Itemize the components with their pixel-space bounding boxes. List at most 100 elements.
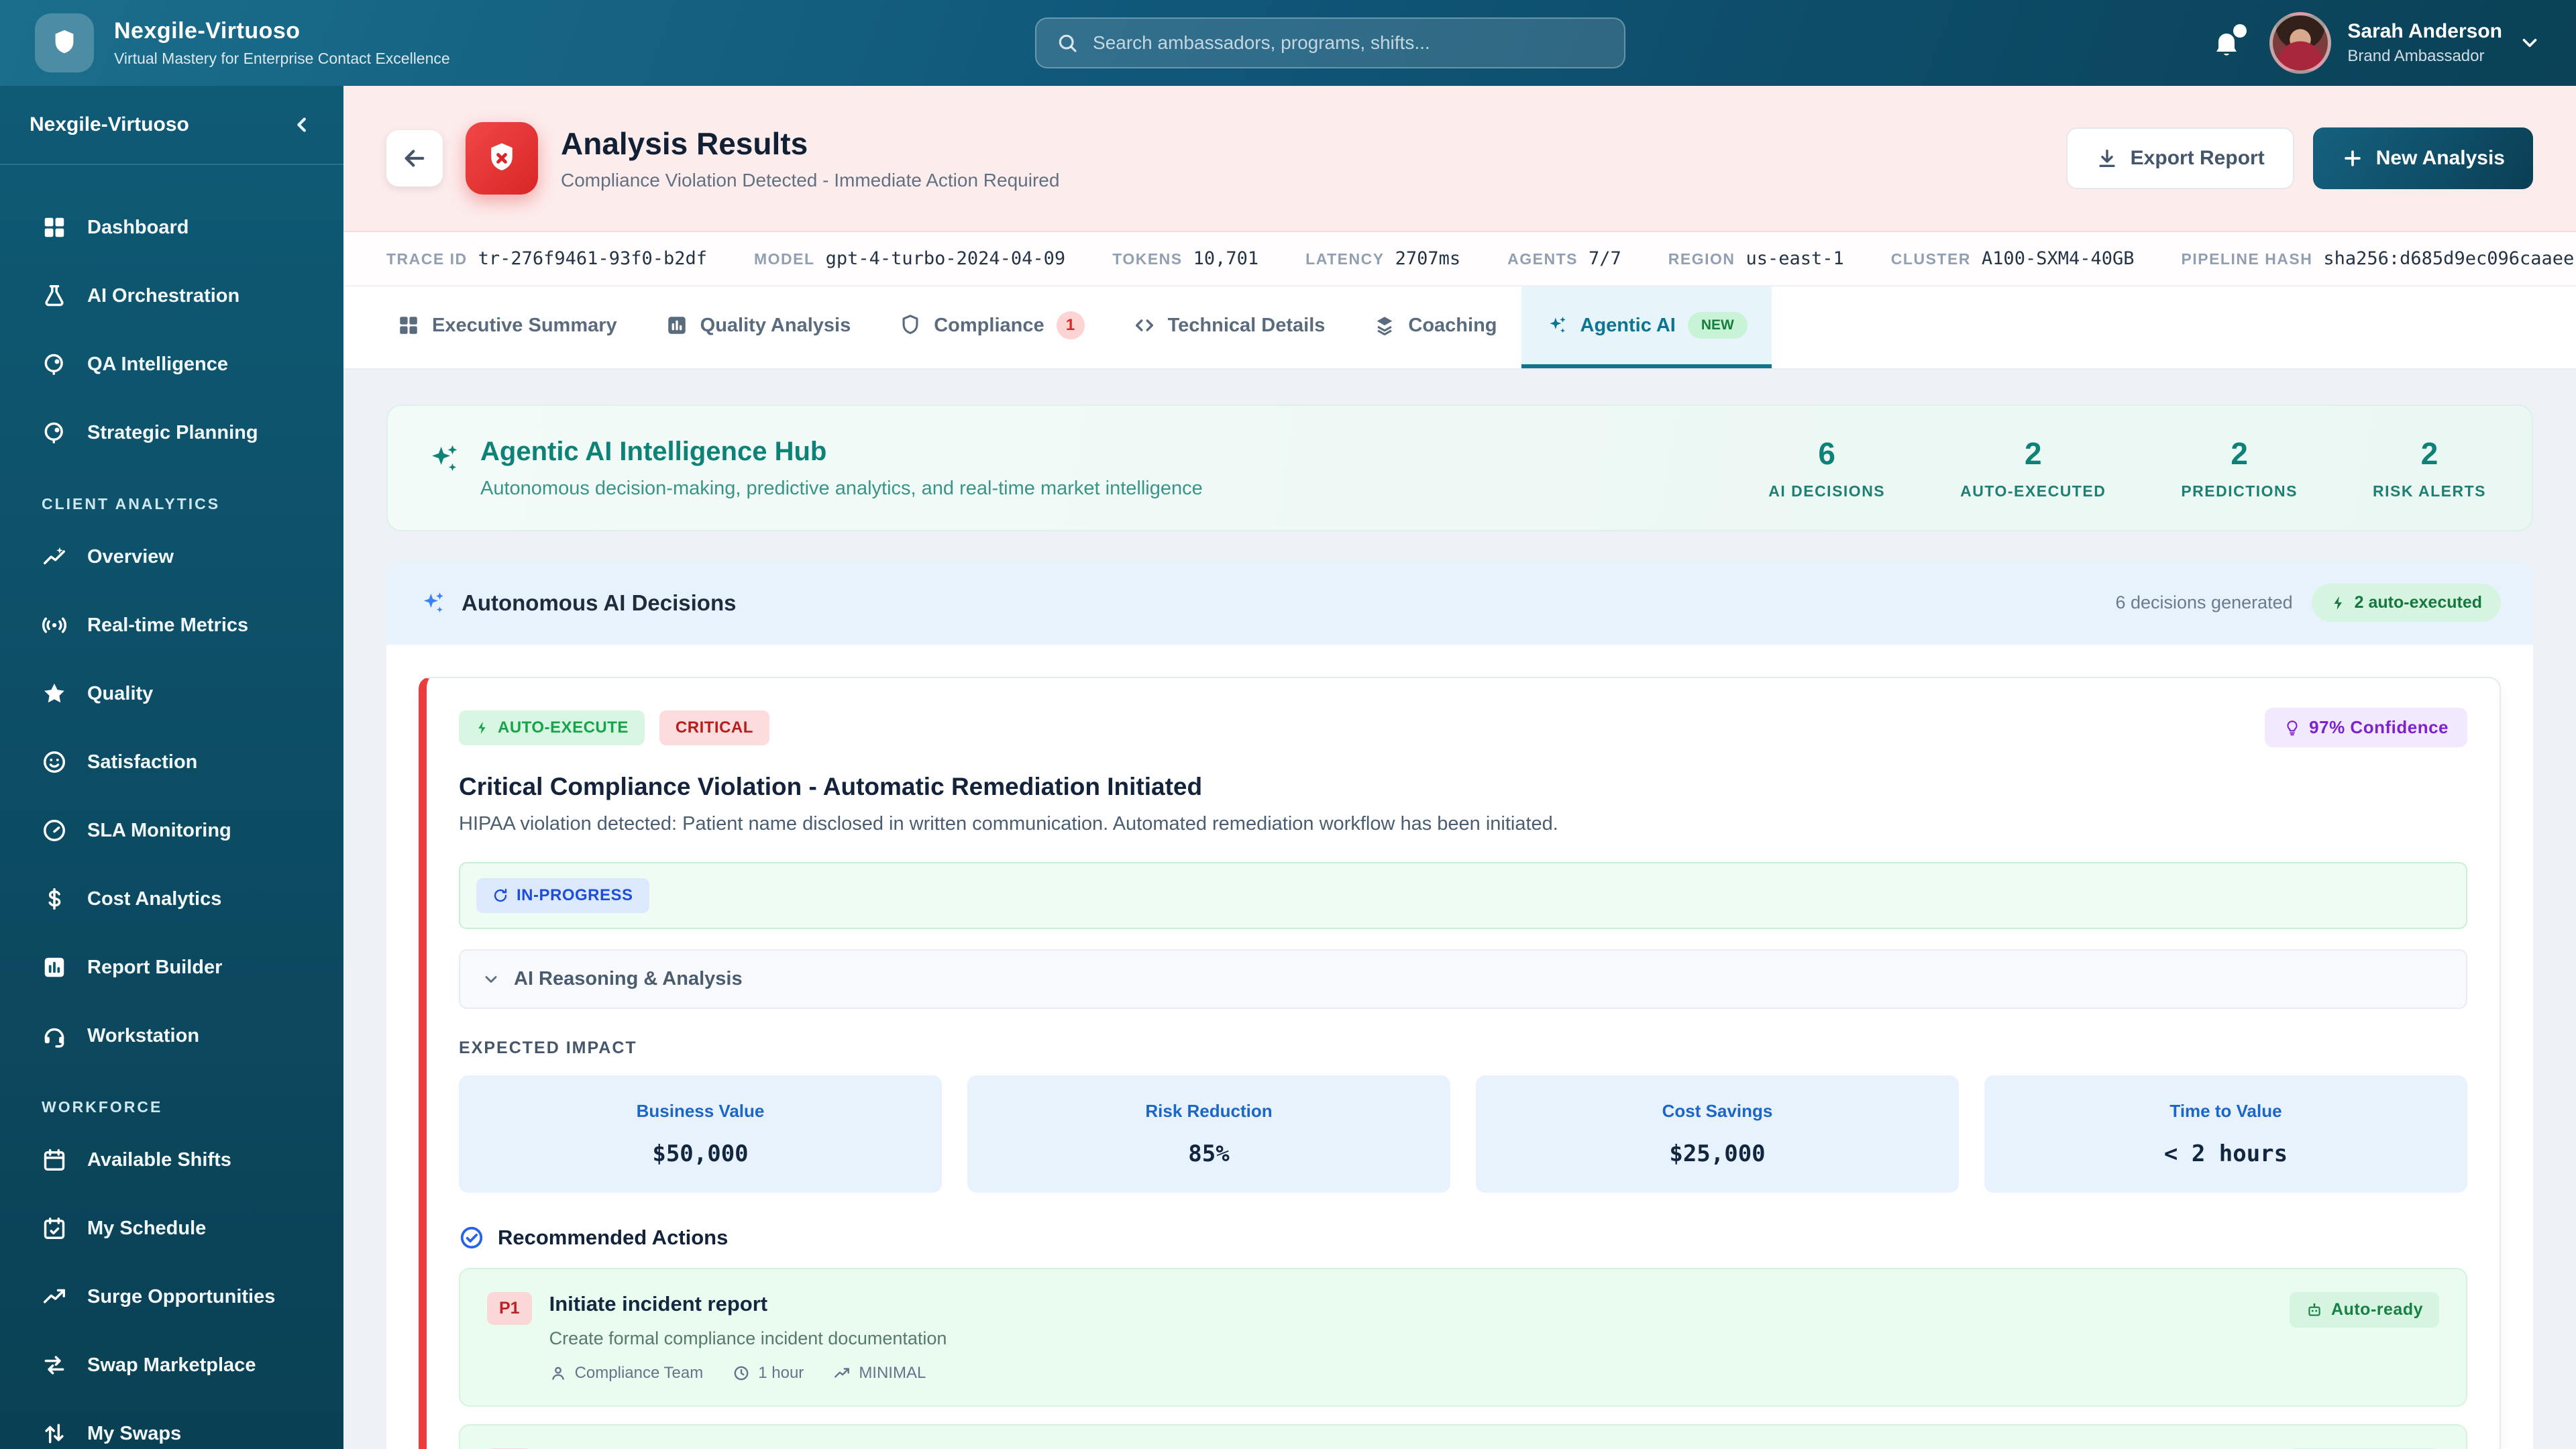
sparkles-icon <box>419 589 447 617</box>
tab-technical-details[interactable]: Technical Details <box>1109 286 1350 368</box>
tab-agentic-ai[interactable]: Agentic AI NEW <box>1521 286 1772 368</box>
auto-execute-badge: AUTO-EXECUTE <box>459 710 645 745</box>
sidebar-item-my-schedule[interactable]: My Schedule <box>13 1194 330 1263</box>
status-banner: IN-PROGRESS <box>459 862 2467 929</box>
sidebar-section-client-analytics: CLIENT ANALYTICS <box>42 495 221 513</box>
auto-ready-badge: Auto-ready <box>2290 1292 2439 1328</box>
action-card-incident-report[interactable]: P1 Initiate incident report Create forma… <box>459 1268 2467 1407</box>
calendar-check-icon <box>42 1216 67 1241</box>
gauge-icon <box>42 818 67 843</box>
sidebar-item-label: Surge Opportunities <box>87 1285 276 1307</box>
sidebar-item-label: Swap Marketplace <box>87 1354 256 1376</box>
sidebar-item-strategic-planning[interactable]: Strategic Planning <box>13 398 330 467</box>
sidebar-item-realtime-metrics[interactable]: Real-time Metrics <box>13 591 330 659</box>
tab-label: Executive Summary <box>432 314 617 336</box>
sidebar-item-label: Available Shifts <box>87 1148 231 1171</box>
sidebar-item-dashboard[interactable]: Dashboard <box>13 193 330 262</box>
tab-compliance[interactable]: Compliance 1 <box>875 286 1108 368</box>
app-tagline: Virtual Mastery for Enterprise Contact E… <box>114 50 450 67</box>
grid-icon <box>42 215 67 240</box>
clock-icon <box>733 1364 750 1382</box>
star-icon <box>42 681 67 706</box>
user-role: Brand Ambassador <box>2347 47 2485 65</box>
sidebar-item-surge-opportunities[interactable]: Surge Opportunities <box>13 1263 330 1331</box>
dollar-icon <box>42 886 67 912</box>
search-icon <box>1057 32 1078 54</box>
tab-coaching[interactable]: Coaching <box>1349 286 1521 368</box>
sidebar-item-label: Dashboard <box>87 216 189 238</box>
sparkles-icon <box>1546 314 1568 337</box>
tab-label: Agentic AI <box>1580 314 1676 336</box>
export-report-label: Export Report <box>2130 147 2265 169</box>
lightbulb-icon <box>2284 719 2301 737</box>
action-owner: Compliance Team <box>549 1364 703 1383</box>
sidebar-item-my-swaps[interactable]: My Swaps <box>13 1399 330 1449</box>
trending-up-icon <box>42 1284 67 1309</box>
sidebar-item-ai-orchestration[interactable]: AI Orchestration <box>13 262 330 330</box>
meta-latency: LATENCY 2707ms <box>1305 248 1461 269</box>
sidebar-item-qa-intelligence[interactable]: QA Intelligence <box>13 330 330 398</box>
confidence-badge: 97% Confidence <box>2265 708 2467 747</box>
stat-auto-executed: 2 AUTO-EXECUTED <box>1960 436 2106 500</box>
hub-title: Agentic AI Intelligence Hub <box>480 436 827 466</box>
bar-chart-icon <box>665 314 688 337</box>
sidebar-item-available-shifts[interactable]: Available Shifts <box>13 1126 330 1194</box>
sidebar-item-cost-analytics[interactable]: Cost Analytics <box>13 865 330 933</box>
tab-label: Technical Details <box>1167 314 1326 336</box>
sidebar-item-workstation[interactable]: Workstation <box>13 1002 330 1070</box>
ai-reasoning-accordion[interactable]: AI Reasoning & Analysis <box>459 949 2467 1009</box>
sidebar-item-quality[interactable]: Quality <box>13 659 330 728</box>
sidebar-item-sla-monitoring[interactable]: SLA Monitoring <box>13 796 330 865</box>
robot-icon <box>2306 1301 2323 1319</box>
tab-content: Agentic AI Intelligence Hub Autonomous d… <box>343 370 2576 1449</box>
action-impact: MINIMAL <box>833 1364 926 1383</box>
sparkles-icon <box>425 441 462 477</box>
back-button[interactable] <box>386 130 443 186</box>
app-title: Nexgile-Virtuoso <box>114 18 301 44</box>
sidebar-title: Nexgile-Virtuoso <box>30 113 189 136</box>
decision-card: AUTO-EXECUTE CRITICAL 97% Confidence Cri… <box>419 677 2501 1449</box>
global-search[interactable] <box>1035 17 1626 68</box>
meta-region: REGION us-east-1 <box>1668 248 1844 269</box>
agentic-hub-card: Agentic AI Intelligence Hub Autonomous d… <box>386 405 2533 531</box>
top-bar: Nexgile-Virtuoso Virtual Mastery for Ent… <box>0 0 2576 86</box>
sidebar-item-label: Real-time Metrics <box>87 614 249 636</box>
brain-gear-icon <box>42 420 67 445</box>
page-subtitle: Compliance Violation Detected - Immediat… <box>561 170 1060 191</box>
sidebar: Nexgile-Virtuoso Dashboard AI Orchestrat… <box>0 86 343 1449</box>
refresh-icon <box>492 888 508 904</box>
shield-icon <box>49 28 80 58</box>
new-analysis-label: New Analysis <box>2375 147 2505 169</box>
meta-cluster: CLUSTER A100-SXM4-40GB <box>1890 248 2135 269</box>
decision-description: HIPAA violation detected: Patient name d… <box>459 813 1558 835</box>
check-circle-icon <box>459 1225 484 1250</box>
priority-badge: P1 <box>487 1292 532 1325</box>
sidebar-item-satisfaction[interactable]: Satisfaction <box>13 728 330 796</box>
stat-predictions: 2 PREDICTIONS <box>2181 436 2298 500</box>
sidebar-collapse-button[interactable] <box>291 113 314 136</box>
new-analysis-button[interactable]: New Analysis <box>2312 127 2533 189</box>
flask-icon <box>42 283 67 309</box>
export-report-button[interactable]: Export Report <box>2065 127 2294 189</box>
user-name: Sarah Anderson <box>2347 20 2502 42</box>
user-menu[interactable]: Sarah Anderson Brand Ambassador <box>2269 12 2541 74</box>
sidebar-item-overview[interactable]: Overview <box>13 523 330 591</box>
arrows-swap-icon <box>42 1352 67 1378</box>
sidebar-item-report-builder[interactable]: Report Builder <box>13 933 330 1002</box>
sidebar-item-label: Cost Analytics <box>87 888 222 910</box>
arrows-up-down-icon <box>42 1421 67 1446</box>
impact-risk-reduction: Risk Reduction 85% <box>967 1075 1450 1193</box>
autonomous-decisions-section: Autonomous AI Decisions 6 decisions gene… <box>386 561 2533 1449</box>
notification-dot <box>2233 24 2247 38</box>
tab-executive-summary[interactable]: Executive Summary <box>373 286 641 368</box>
sidebar-item-swap-marketplace[interactable]: Swap Marketplace <box>13 1331 330 1399</box>
sidebar-item-label: Workstation <box>87 1024 200 1046</box>
accordion-label: AI Reasoning & Analysis <box>514 968 743 989</box>
results-tabbar: Executive Summary Quality Analysis Compl… <box>343 286 2576 370</box>
recommended-actions-title: Recommended Actions <box>498 1226 729 1249</box>
search-input[interactable] <box>1093 32 1605 54</box>
notifications-button[interactable] <box>2210 24 2247 59</box>
action-card-mandatory-training[interactable]: P1 Schedule mandatory training Assign HI… <box>459 1424 2467 1449</box>
tab-quality-analysis[interactable]: Quality Analysis <box>641 286 875 368</box>
meta-trace-id: TRACE ID tr-276f9461-93f0-b2df <box>386 248 707 269</box>
